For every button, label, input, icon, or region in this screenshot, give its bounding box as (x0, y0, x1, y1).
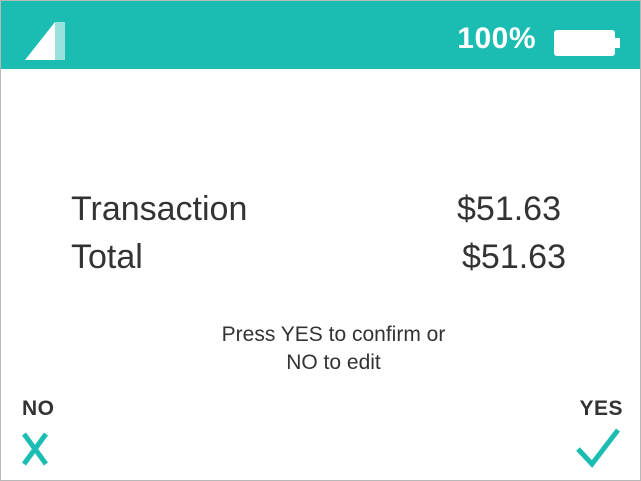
x-icon[interactable] (21, 431, 49, 467)
yes-button-label[interactable]: YES (579, 396, 623, 422)
status-bar: 100% (1, 1, 640, 69)
signal-strength-icon (25, 22, 65, 60)
no-button-label[interactable]: NO (22, 396, 55, 422)
total-label: Total (71, 238, 143, 276)
checkmark-icon[interactable] (575, 427, 621, 469)
battery-icon (554, 30, 620, 56)
confirm-prompt-line-1: Press YES to confirm or (221, 323, 446, 346)
transaction-label: Transaction (71, 190, 248, 228)
payment-terminal-screen: 100% Transaction $51.63 Total $51.63 Pre… (0, 0, 641, 481)
transaction-amount: $51.63 (457, 190, 561, 228)
battery-percent: 100% (457, 22, 536, 55)
total-amount: $51.63 (462, 238, 566, 276)
confirm-prompt-line-2: NO to edit (286, 351, 381, 374)
